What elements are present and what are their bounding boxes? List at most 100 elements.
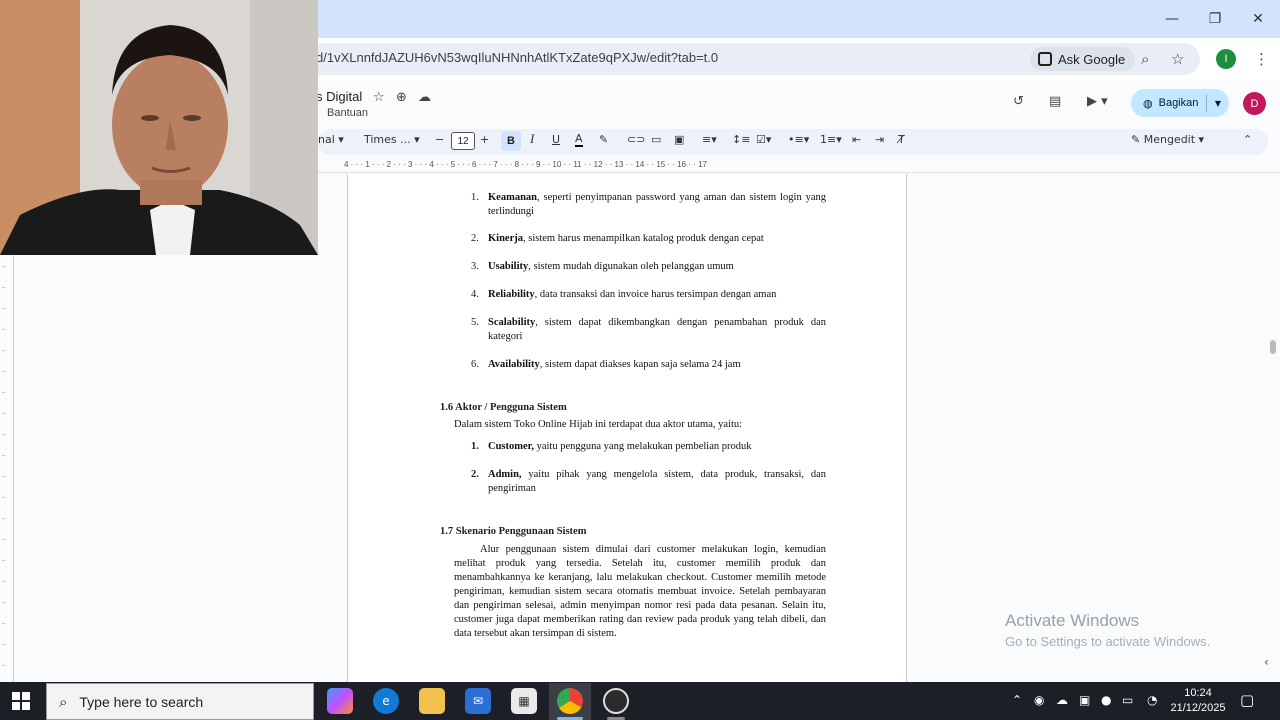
decrease-indent-icon[interactable]: ⇤	[852, 133, 861, 146]
zoom-icon[interactable]: ⌕	[1141, 50, 1149, 68]
meet-icon[interactable]: ▶ ▾	[1087, 94, 1108, 109]
ruler-numbers: 4 · · · 1 · · · 2 · · · 3 · · · 4 · · · …	[344, 160, 707, 169]
list-item: Usability, sistem mudah digunakan oleh p…	[488, 260, 826, 274]
notifications-icon[interactable]: ▢	[1240, 691, 1254, 709]
vertical-ruler[interactable]: – – – – – – – – – – – – – – – – – – – –	[0, 255, 14, 682]
collapse-menu-icon[interactable]: ⌃	[1243, 133, 1252, 146]
list-number: 2.	[471, 469, 479, 480]
font-label: Times ...	[364, 133, 411, 146]
chrome-icon[interactable]	[557, 688, 583, 714]
taskbar-clock[interactable]: 10:24 21/12/2025	[1166, 686, 1230, 716]
numbered-list-icon[interactable]: 1≡▾	[820, 133, 842, 146]
section-heading: 1.7 Skenario Penggunaan Sistem	[440, 526, 587, 537]
user-avatar[interactable]: D	[1243, 92, 1266, 115]
comment-icon[interactable]: ▭	[651, 133, 661, 146]
line-spacing-icon[interactable]: ↕≡	[732, 133, 750, 146]
ask-google-button[interactable]: Ask Google	[1030, 47, 1136, 71]
paragraph-style-dropdown[interactable]: nal ▾	[318, 133, 344, 146]
clear-formatting-icon[interactable]: T̸	[898, 133, 905, 146]
file-explorer-icon[interactable]	[419, 688, 445, 714]
vertical-ruler-tick: –	[2, 452, 5, 459]
list-number: 1.	[471, 192, 479, 203]
windows-start-icon[interactable]	[12, 692, 30, 710]
font-size-input[interactable]: 12	[451, 132, 475, 150]
decrease-font-icon[interactable]: −	[435, 133, 444, 146]
profile-avatar[interactable]: I	[1216, 49, 1236, 69]
microphone-icon[interactable]: ●	[1101, 693, 1111, 707]
vertical-ruler-tick: –	[2, 410, 5, 417]
webcam-overlay	[0, 0, 318, 255]
search-icon: ⌕	[59, 692, 68, 711]
edge-icon[interactable]: e	[373, 688, 399, 714]
onedrive-icon[interactable]: ☁	[1056, 693, 1068, 707]
battery-icon[interactable]: ▭	[1122, 693, 1133, 707]
taskbar-search-box[interactable]: ⌕ Type here to search	[46, 683, 314, 720]
increase-font-icon[interactable]: +	[480, 133, 489, 146]
list-number: 6.	[471, 359, 479, 370]
vertical-ruler-tick: –	[2, 641, 5, 648]
comments-icon[interactable]: ▤	[1049, 94, 1061, 109]
history-icon[interactable]: ↺	[1013, 94, 1024, 109]
obs-recorder-icon[interactable]	[603, 688, 629, 714]
url-text[interactable]: d/1vXLnnfdJAZUH6vN53wqIluNHNnhAtlKTxZate…	[316, 50, 718, 65]
align-icon[interactable]: ≡▾	[702, 133, 717, 146]
globe-icon: ◍	[1143, 96, 1153, 110]
list-term: Usability	[488, 261, 529, 272]
menu-bantuan[interactable]: Bantuan	[327, 107, 368, 119]
scrollbar-thumb[interactable]	[1270, 340, 1276, 354]
mode-label: Mengedit	[1143, 133, 1196, 146]
side-panel-toggle-icon[interactable]: ‹	[1264, 655, 1269, 669]
editing-mode-dropdown[interactable]: ✎ Mengedit ▾	[1131, 133, 1204, 146]
outlook-icon[interactable]: ✉	[465, 688, 491, 714]
minimize-icon[interactable]: —	[1161, 8, 1183, 30]
list-item: Admin, yaitu pihak yang mengelola sistem…	[488, 468, 826, 496]
list-item: Scalability, sistem dapat dikembangkan d…	[488, 316, 826, 344]
increase-indent-icon[interactable]: ⇥	[875, 133, 884, 146]
style-label: nal	[318, 133, 335, 146]
record-icon[interactable]: ◉	[1034, 693, 1044, 707]
link-icon[interactable]: ⊂⊃	[627, 133, 645, 146]
activate-windows-subtitle: Go to Settings to activate Windows.	[1005, 634, 1211, 649]
vertical-ruler-tick: –	[2, 347, 5, 354]
search-placeholder: Type here to search	[79, 693, 204, 710]
chrome-menu-icon[interactable]: ⋮	[1254, 50, 1269, 68]
bookmark-star-icon[interactable]: ☆	[1171, 50, 1184, 68]
list-text: yaitu pihak yang mengelola sistem, data …	[488, 469, 826, 494]
checklist-icon[interactable]: ☑▾	[756, 133, 771, 146]
move-folder-icon[interactable]: ⊕	[396, 90, 407, 105]
document-title[interactable]: s Digital	[316, 89, 362, 104]
wifi-icon[interactable]: ◔	[1147, 693, 1157, 707]
bold-button[interactable]: B	[501, 131, 521, 151]
list-number: 3.	[471, 261, 479, 272]
bullet-list-icon[interactable]: •≡▾	[788, 133, 809, 146]
close-icon[interactable]: ✕	[1247, 8, 1269, 30]
list-term: Kinerja	[488, 233, 523, 244]
list-text: , sistem dapat diakses kapan saja selama…	[539, 359, 741, 370]
clock-time: 10:24	[1184, 687, 1212, 699]
underline-button[interactable]: U	[552, 133, 560, 146]
list-item: Availability, sistem dapat diakses kapan…	[488, 358, 826, 372]
vertical-ruler-tick: –	[2, 305, 5, 312]
vertical-ruler-tick: –	[2, 389, 5, 396]
italic-button[interactable]: I	[530, 131, 534, 147]
text-color-button[interactable]: A	[575, 133, 583, 147]
vertical-ruler-tick: –	[2, 263, 5, 270]
restore-icon[interactable]: ❐	[1204, 8, 1226, 30]
font-dropdown[interactable]: Times ... ▾	[364, 133, 420, 146]
vertical-ruler-tick: –	[2, 431, 5, 438]
display-icon[interactable]: ▣	[1079, 693, 1090, 707]
list-term: Scalability	[488, 317, 536, 328]
share-button[interactable]: ◍ Bagikan ▼	[1131, 89, 1229, 117]
store-icon[interactable]: ▦	[511, 688, 537, 714]
list-text: yaitu pengguna yang melakukan pembelian …	[533, 441, 752, 452]
vertical-ruler-tick: –	[2, 599, 5, 606]
list-number: 1.	[471, 441, 479, 452]
image-icon[interactable]: ▣	[674, 133, 684, 146]
webcam-person-image	[0, 0, 318, 255]
copilot-icon[interactable]	[327, 688, 353, 714]
section-heading: 1.6 Aktor / Pengguna Sistem	[440, 402, 567, 413]
highlight-icon[interactable]: ✎	[599, 133, 608, 146]
star-icon[interactable]: ☆	[373, 90, 385, 105]
tray-overflow-icon[interactable]: ⌃	[1012, 693, 1022, 707]
chevron-down-icon[interactable]: ▼	[1215, 99, 1221, 108]
